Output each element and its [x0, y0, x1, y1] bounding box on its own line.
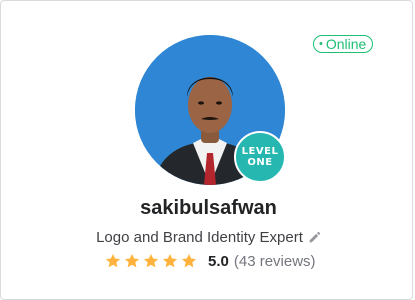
rating-score: 5.0 [208, 252, 229, 270]
seller-card: • Online LEVEL ONE sakibulsafwan Logo an… [0, 0, 413, 300]
star-icon [181, 254, 197, 268]
star-icon [162, 254, 178, 268]
rating-row: 5.0 (43 reviews) [105, 252, 316, 270]
star-icon [143, 254, 159, 268]
star-icon [105, 254, 121, 268]
star-icon [124, 254, 140, 268]
online-status-badge: • Online [313, 35, 374, 53]
review-count[interactable]: (43 reviews) [234, 253, 316, 270]
tagline-row: Logo and Brand Identity Expert [1, 229, 415, 246]
tagline: Logo and Brand Identity Expert [96, 229, 303, 246]
status-dot-icon: • [319, 38, 323, 50]
pencil-edit-icon[interactable] [308, 231, 321, 244]
avatar-container[interactable]: LEVEL ONE [135, 35, 286, 185]
star-rating [105, 253, 197, 269]
level-badge-line2: ONE [247, 157, 273, 168]
level-one-badge: LEVEL ONE [234, 131, 286, 183]
status-label: Online [325, 36, 367, 52]
level-badge-line1: LEVEL [241, 146, 279, 157]
username[interactable]: sakibulsafwan [1, 197, 415, 220]
